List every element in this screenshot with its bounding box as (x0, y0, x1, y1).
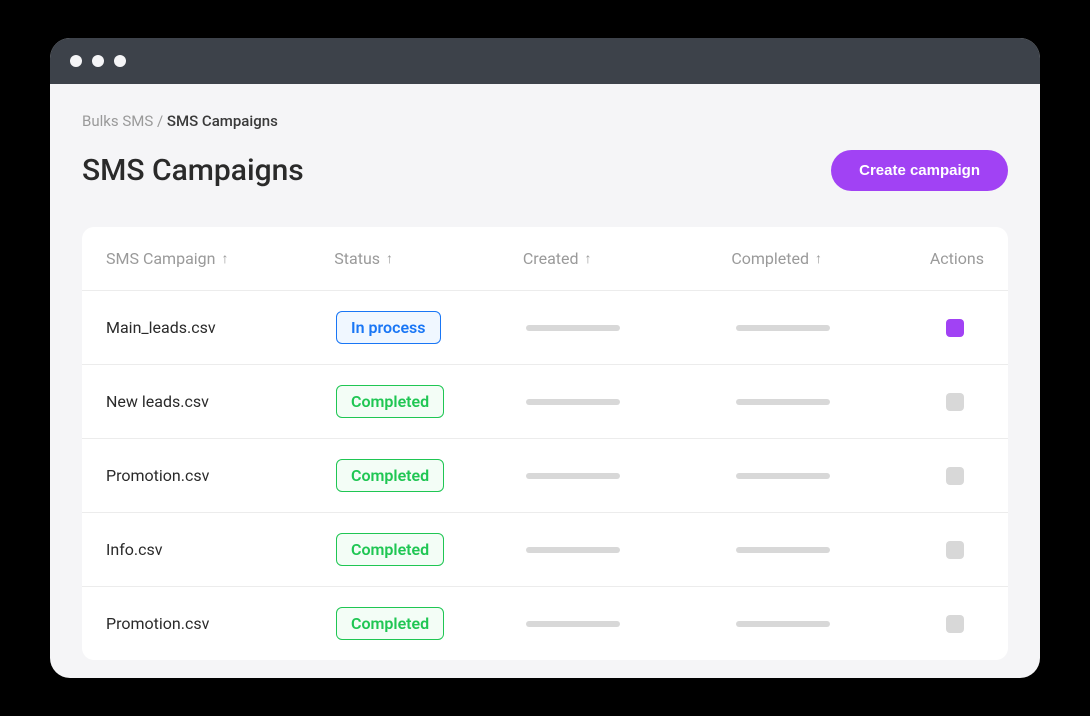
campaign-actions-cell (936, 467, 984, 485)
column-header-completed[interactable]: Completed ↑ (731, 249, 930, 268)
table-body: Main_leads.csv In process New leads.csv … (82, 291, 1008, 660)
column-header-actions: Actions (930, 249, 984, 268)
action-button[interactable] (946, 467, 964, 485)
column-header-status[interactable]: Status ↑ (334, 249, 523, 268)
status-badge: In process (336, 311, 441, 344)
maximize-window-icon[interactable] (114, 55, 126, 67)
column-header-name-label: SMS Campaign (106, 249, 215, 268)
status-badge: Completed (336, 459, 444, 492)
placeholder-bar (736, 325, 830, 331)
campaign-created-cell (526, 621, 736, 627)
table-row: Info.csv Completed (82, 513, 1008, 587)
campaign-name: Info.csv (106, 540, 162, 559)
campaign-created-cell (526, 325, 736, 331)
sort-arrow-up-icon: ↑ (585, 250, 592, 267)
campaign-status-cell: Completed (336, 459, 526, 492)
main-content: Bulks SMS / SMS Campaigns SMS Campaigns … (50, 84, 1040, 678)
sort-arrow-up-icon: ↑ (221, 250, 228, 267)
column-header-created[interactable]: Created ↑ (523, 249, 731, 268)
campaign-status-cell: Completed (336, 533, 526, 566)
campaign-name: New leads.csv (106, 392, 209, 411)
breadcrumb-current: SMS Campaigns (167, 112, 278, 130)
action-button[interactable] (946, 319, 964, 337)
campaign-created-cell (526, 473, 736, 479)
column-header-completed-label: Completed (731, 249, 809, 268)
column-header-status-label: Status (334, 249, 380, 268)
campaign-completed-cell (736, 547, 936, 553)
campaign-name-cell: Info.csv (106, 540, 336, 559)
status-badge: Completed (336, 607, 444, 640)
column-header-name[interactable]: SMS Campaign ↑ (106, 249, 334, 268)
placeholder-bar (736, 621, 830, 627)
breadcrumb-separator: / (157, 112, 163, 130)
table-row: Main_leads.csv In process (82, 291, 1008, 365)
campaign-actions-cell (936, 615, 984, 633)
breadcrumb: Bulks SMS / SMS Campaigns (82, 112, 1008, 130)
placeholder-bar (526, 399, 620, 405)
action-button[interactable] (946, 541, 964, 559)
campaign-name: Promotion.csv (106, 614, 209, 633)
minimize-window-icon[interactable] (92, 55, 104, 67)
campaign-name-cell: Promotion.csv (106, 614, 336, 633)
campaign-name-cell: New leads.csv (106, 392, 336, 411)
breadcrumb-parent[interactable]: Bulks SMS (82, 112, 153, 130)
create-campaign-button[interactable]: Create campaign (831, 150, 1008, 191)
column-header-created-label: Created (523, 249, 579, 268)
table-row: Promotion.csv Completed (82, 587, 1008, 660)
campaign-name: Promotion.csv (106, 466, 209, 485)
placeholder-bar (526, 325, 620, 331)
campaign-created-cell (526, 547, 736, 553)
placeholder-bar (526, 547, 620, 553)
placeholder-bar (736, 473, 830, 479)
campaign-name-cell: Main_leads.csv (106, 318, 336, 337)
app-window: Bulks SMS / SMS Campaigns SMS Campaigns … (50, 38, 1040, 678)
campaign-actions-cell (936, 319, 984, 337)
campaign-completed-cell (736, 621, 936, 627)
campaign-actions-cell (936, 541, 984, 559)
action-button[interactable] (946, 393, 964, 411)
table-header-row: SMS Campaign ↑ Status ↑ Created ↑ Comple… (82, 227, 1008, 291)
campaign-completed-cell (736, 473, 936, 479)
campaign-status-cell: Completed (336, 385, 526, 418)
close-window-icon[interactable] (70, 55, 82, 67)
sort-arrow-up-icon: ↑ (815, 250, 822, 267)
campaign-name: Main_leads.csv (106, 318, 216, 337)
campaign-completed-cell (736, 325, 936, 331)
window-titlebar (50, 38, 1040, 84)
placeholder-bar (736, 399, 830, 405)
campaign-name-cell: Promotion.csv (106, 466, 336, 485)
campaigns-table: SMS Campaign ↑ Status ↑ Created ↑ Comple… (82, 227, 1008, 660)
campaign-status-cell: In process (336, 311, 526, 344)
table-row: New leads.csv Completed (82, 365, 1008, 439)
campaign-completed-cell (736, 399, 936, 405)
page-title: SMS Campaigns (82, 153, 304, 188)
campaign-actions-cell (936, 393, 984, 411)
page-header: SMS Campaigns Create campaign (82, 150, 1008, 191)
action-button[interactable] (946, 615, 964, 633)
placeholder-bar (526, 621, 620, 627)
sort-arrow-up-icon: ↑ (386, 250, 393, 267)
status-badge: Completed (336, 533, 444, 566)
column-header-actions-label: Actions (930, 249, 984, 268)
placeholder-bar (736, 547, 830, 553)
campaign-status-cell: Completed (336, 607, 526, 640)
campaign-created-cell (526, 399, 736, 405)
status-badge: Completed (336, 385, 444, 418)
table-row: Promotion.csv Completed (82, 439, 1008, 513)
placeholder-bar (526, 473, 620, 479)
